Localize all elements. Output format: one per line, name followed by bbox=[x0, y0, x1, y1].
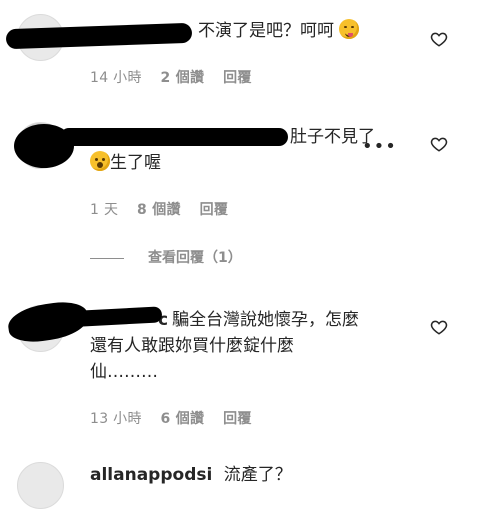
reply-button[interactable]: 回覆 bbox=[200, 202, 229, 218]
comment-time: 1 天 bbox=[90, 202, 119, 218]
likes-count[interactable]: 2 個讚 bbox=[161, 70, 205, 86]
divider-line bbox=[90, 257, 124, 259]
heart-icon[interactable] bbox=[430, 318, 448, 336]
view-replies-button[interactable]: 查看回覆（1） bbox=[90, 247, 242, 267]
comment-text: 騙全台灣說她懷孕，怎麼 bbox=[172, 307, 412, 333]
comment-time: 13 小時 bbox=[90, 411, 142, 427]
likes-count[interactable]: 8 個讚 bbox=[137, 202, 181, 218]
reply-button[interactable]: 回覆 bbox=[223, 70, 252, 86]
redaction-scribble bbox=[60, 128, 288, 146]
astonished-face-emoji bbox=[90, 151, 110, 171]
comment-body-line2: 還有人敢跟妳買什麼錠什麼 bbox=[90, 336, 294, 356]
comment-meta: 13 小時 6 個讚 回覆 bbox=[90, 408, 266, 428]
heart-icon[interactable] bbox=[430, 30, 448, 48]
heart-icon[interactable] bbox=[430, 135, 448, 153]
savoring-face-emoji bbox=[339, 19, 360, 39]
comment-text-line2: 生了喔 bbox=[90, 150, 410, 176]
comment-body-line3: 仙……… bbox=[90, 362, 158, 382]
comment-meta: 1 天 8 個讚 回覆 bbox=[90, 199, 242, 219]
comment-meta: 14 小時 2 個讚 回覆 bbox=[90, 67, 266, 87]
comment-time: 14 小時 bbox=[90, 70, 142, 86]
avatar[interactable] bbox=[17, 462, 64, 509]
comment-body-line1: 騙全台灣說她懷孕，怎麼 bbox=[172, 310, 359, 330]
comment-text: allanappodsi 流產了？ bbox=[90, 462, 430, 488]
comment-body-line2: 生了喔 bbox=[110, 153, 161, 173]
comment-username[interactable]: allanappodsi bbox=[90, 465, 212, 485]
comment-text-line2: 還有人敢跟妳買什麼錠什麼 bbox=[90, 333, 410, 359]
comment-text-line3: 仙……… bbox=[90, 359, 410, 385]
comment-body: 不演了是吧？呵呵 bbox=[198, 21, 334, 41]
comment-body: 流產了？ bbox=[223, 465, 292, 485]
view-replies-label: 查看回覆（1） bbox=[148, 250, 242, 266]
likes-count[interactable]: 6 個讚 bbox=[161, 411, 205, 427]
reply-button[interactable]: 回覆 bbox=[223, 411, 252, 427]
